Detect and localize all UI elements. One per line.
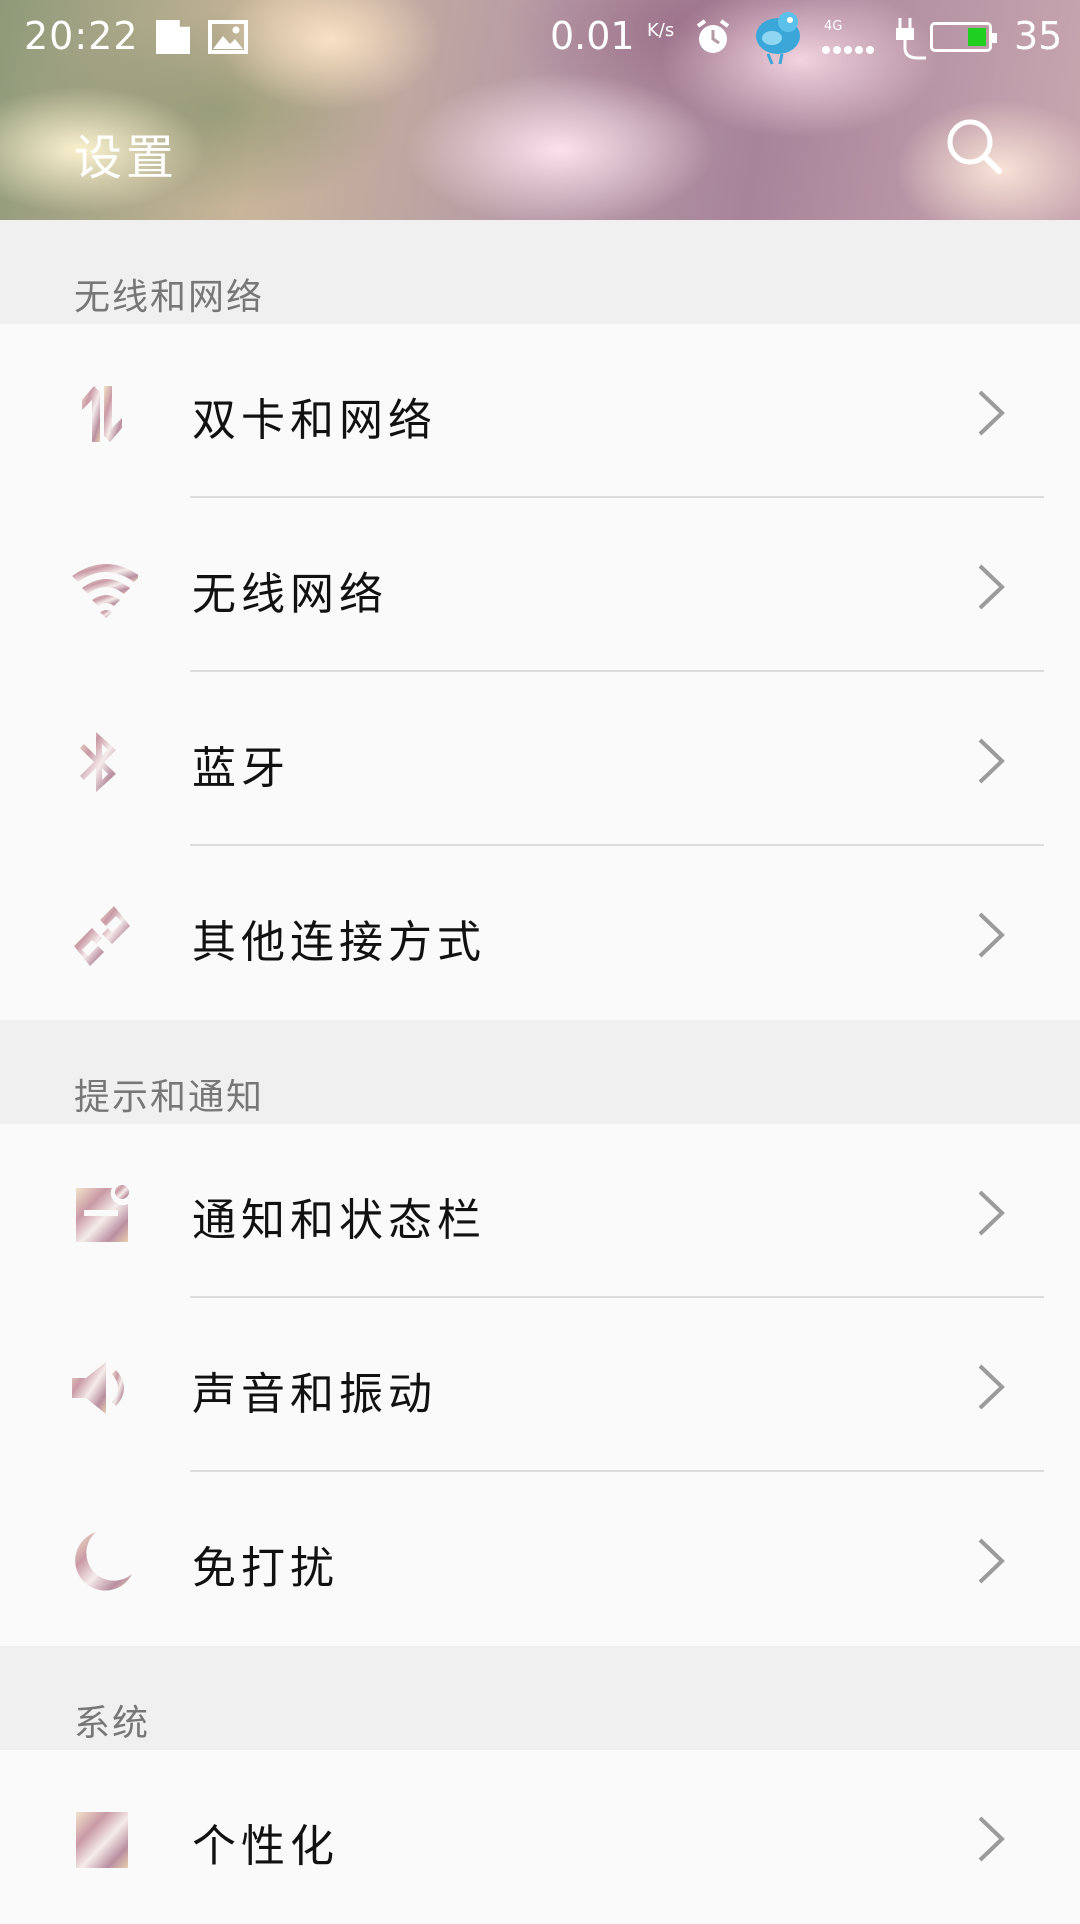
- settings-item-label: 其他连接方式: [192, 917, 486, 968]
- wifi-icon: [72, 564, 138, 618]
- settings-item-dual-sim[interactable]: 双卡和网络: [0, 324, 1080, 498]
- network-type: 4G: [824, 19, 842, 34]
- settings-item-other-connections[interactable]: 其他连接方式: [0, 846, 1080, 1020]
- settings-item-label: 无线网络: [192, 569, 388, 620]
- settings-item-sound-vibration[interactable]: 声音和振动: [0, 1298, 1080, 1472]
- network-speed: 0.01: [550, 14, 635, 58]
- alarm-clock-icon: [696, 19, 730, 53]
- speaker-icon: [72, 1362, 124, 1414]
- section-title: 无线和网络: [74, 277, 265, 318]
- settings-item-label: 蓝牙: [192, 743, 290, 794]
- settings-item-bluetooth[interactable]: 蓝牙: [0, 672, 1080, 846]
- chevron-right-icon: [978, 738, 1005, 784]
- chevron-right-icon: [978, 1364, 1005, 1410]
- settings-item-personalize[interactable]: 个性化: [0, 1750, 1080, 1924]
- section-header-wireless: 无线和网络: [0, 220, 1080, 324]
- settings-item-notification-bar[interactable]: 通知和状态栏: [0, 1124, 1080, 1298]
- search-icon[interactable]: [944, 116, 1006, 178]
- sd-card-icon: [156, 20, 190, 54]
- chevron-right-icon: [978, 564, 1005, 610]
- chevron-right-icon: [978, 390, 1005, 436]
- app-header: 20:22 0.01 K/s 4G 35 设置: [0, 0, 1080, 220]
- bluetooth-icon: [80, 732, 116, 792]
- bird-icon: [756, 12, 800, 65]
- settings-item-label: 免打扰: [192, 1543, 339, 1594]
- chevron-right-icon: [978, 1816, 1005, 1862]
- section-title: 提示和通知: [74, 1077, 265, 1118]
- charging-plug-icon: [896, 18, 926, 60]
- status-time: 20:22: [24, 14, 139, 58]
- network-speed-unit: K/s: [647, 20, 675, 41]
- settings-item-label: 声音和振动: [192, 1369, 437, 1420]
- chevron-right-icon: [978, 912, 1005, 958]
- link-icon: [74, 906, 130, 966]
- section-header-system: 系统: [0, 1646, 1080, 1750]
- settings-item-wifi[interactable]: 无线网络: [0, 498, 1080, 672]
- page-title: 设置: [74, 130, 179, 186]
- battery-icon: [930, 22, 997, 52]
- chevron-right-icon: [978, 1190, 1005, 1236]
- dual-sim-icon: [82, 386, 122, 442]
- section-title: 系统: [74, 1703, 151, 1744]
- battery-level: 35: [1014, 14, 1063, 58]
- personalize-icon: [76, 1812, 128, 1868]
- settings-item-label: 双卡和网络: [192, 395, 437, 446]
- signal-4g-icon: 4G: [822, 19, 874, 54]
- section-header-notifications: 提示和通知: [0, 1020, 1080, 1124]
- battery-fill: [968, 28, 986, 46]
- settings-item-label: 个性化: [192, 1821, 339, 1872]
- moon-icon: [75, 1532, 132, 1591]
- chevron-right-icon: [978, 1538, 1005, 1584]
- image-icon: [208, 20, 248, 54]
- status-bar: 20:22 0.01 K/s 4G 35: [0, 0, 1080, 76]
- notification-icon: [76, 1185, 129, 1242]
- settings-item-label: 通知和状态栏: [192, 1195, 486, 1246]
- settings-item-do-not-disturb[interactable]: 免打扰: [0, 1472, 1080, 1646]
